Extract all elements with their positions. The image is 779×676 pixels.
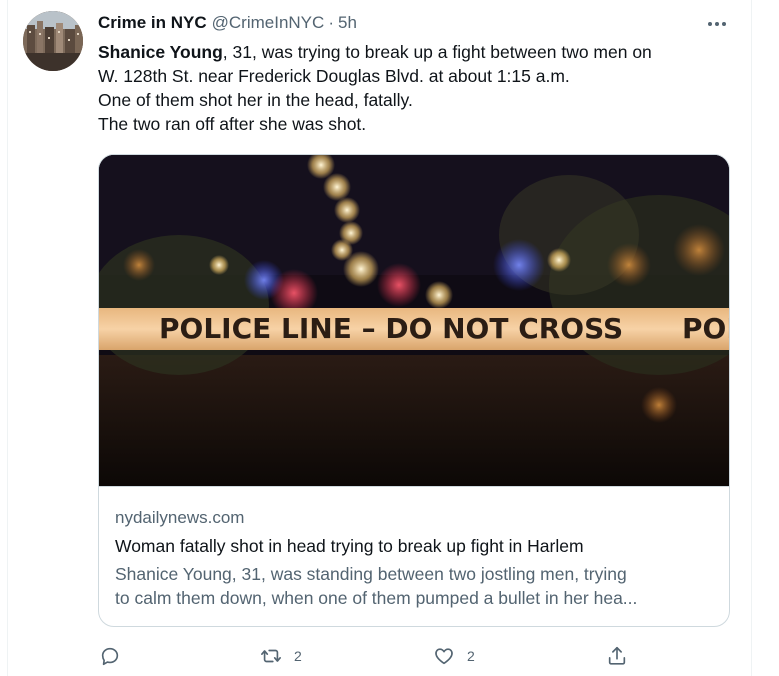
link-card[interactable]: POLICE LINE – DO NOT CROSS POLI nydailyn… <box>98 154 730 627</box>
more-options-icon[interactable] <box>703 12 731 36</box>
tape-text: POLICE LINE – DO NOT CROSS <box>159 312 623 345</box>
card-description: Shanice Young, 31, was standing between … <box>115 562 715 610</box>
timeline-border-left <box>7 0 8 676</box>
card-description-line-1: Shanice Young, 31, was standing between … <box>115 564 627 584</box>
share-button[interactable] <box>606 642 628 670</box>
timestamp[interactable]: 5h <box>338 13 357 33</box>
retweet-count: 2 <box>294 648 302 664</box>
author-name[interactable]: Crime in NYC <box>98 13 207 33</box>
tweet-text-line-3: One of them shot her in the head, fatall… <box>98 90 413 110</box>
more-dot <box>715 22 719 26</box>
reply-button[interactable] <box>99 642 133 670</box>
tweet-text-line-4: The two ran off after she was shot. <box>98 114 367 134</box>
retweet-button[interactable]: 2 <box>260 642 302 670</box>
tweet-text-bold-name: Shanice Young <box>98 42 223 62</box>
share-icon <box>608 646 626 665</box>
more-dot <box>722 22 726 26</box>
timeline-border-right <box>751 0 752 676</box>
tweet-header: Crime in NYC @CrimeInNYC · 5h <box>98 12 357 34</box>
card-description-line-2: to calm them down, when one of them pump… <box>115 588 638 608</box>
tweet-text-line-1-rest: , 31, was trying to break up a fight bet… <box>222 42 652 62</box>
card-title: Woman fatally shot in head trying to bre… <box>115 536 584 556</box>
tweet-text-line-2: W. 128th St. near Frederick Douglas Blvd… <box>98 66 570 86</box>
tweet-actions: 2 2 <box>0 642 779 670</box>
avatar-image <box>23 11 83 71</box>
separator-dot: · <box>328 13 334 32</box>
author-handle[interactable]: @CrimeInNYC <box>212 13 325 33</box>
like-icon <box>435 648 453 665</box>
retweet-icon <box>261 649 281 663</box>
tweet-frame: Crime in NYC @CrimeInNYC · 5h Shanice Yo… <box>0 0 779 676</box>
like-count: 2 <box>467 648 475 664</box>
card-image[interactable]: POLICE LINE – DO NOT CROSS POLI <box>99 155 729 486</box>
police-tape-image: POLICE LINE – DO NOT CROSS POLI <box>99 155 729 486</box>
tweet-text: Shanice Young, 31, was trying to break u… <box>98 40 738 136</box>
avatar[interactable] <box>23 11 83 71</box>
reply-icon <box>101 647 119 666</box>
more-dot <box>708 22 712 26</box>
card-domain: nydailynews.com <box>115 508 245 527</box>
card-body: nydailynews.com Woman fatally shot in he… <box>115 507 715 610</box>
like-button[interactable]: 2 <box>433 642 475 670</box>
tweet-text-line-1: Shanice Young, 31, was trying to break u… <box>98 40 738 64</box>
tape-text-2: POLI <box>682 312 729 345</box>
card-divider <box>99 486 729 487</box>
